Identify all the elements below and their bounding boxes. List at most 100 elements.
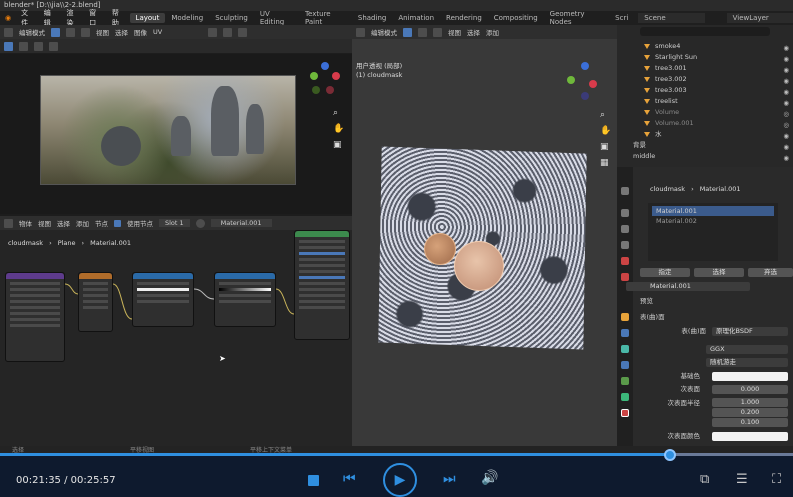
section-surface[interactable]: 表(曲)面: [640, 312, 665, 322]
material-slot-item[interactable]: Material.002: [652, 216, 774, 226]
material-slot-list[interactable]: Material.001 Material.002: [648, 203, 778, 261]
blender-logo-icon[interactable]: ◉: [0, 14, 16, 22]
hand-icon[interactable]: ✋: [600, 126, 611, 136]
outliner-item[interactable]: Volume.001 ◎: [617, 118, 793, 129]
select-mode-icon[interactable]: [81, 27, 90, 37]
zoom-icon[interactable]: ⌕: [333, 108, 338, 118]
subsurface-field[interactable]: 0.000: [712, 385, 788, 394]
gizmo-neg-z-icon[interactable]: [581, 92, 589, 100]
outliner-item[interactable]: 背景 ◉: [617, 140, 793, 151]
view-layer-selector[interactable]: ViewLayer: [726, 13, 793, 23]
outliner-item[interactable]: smoke4 ◉: [617, 41, 793, 52]
scene-selector[interactable]: Scene: [638, 13, 705, 23]
outliner-item[interactable]: 水 ◉: [617, 129, 793, 140]
outliner-item[interactable]: middle ◉: [617, 151, 793, 162]
gizmo-z-icon[interactable]: [321, 62, 329, 70]
outliner-item[interactable]: tree3.003 ◉: [617, 85, 793, 96]
gizmo-z-icon[interactable]: [581, 62, 589, 70]
gizmo-neg-x-icon[interactable]: [326, 86, 334, 94]
tool-select-icon[interactable]: [4, 41, 13, 51]
camera-icon[interactable]: ▣: [600, 142, 609, 152]
eye-icon[interactable]: ◉: [783, 153, 789, 164]
gizmo-y-icon[interactable]: [310, 72, 318, 80]
outliner-item[interactable]: tree3.001 ◉: [617, 63, 793, 74]
gizmo-y-icon[interactable]: [567, 76, 575, 84]
distribution-dropdown[interactable]: GGX: [706, 345, 788, 354]
object-tab-icon[interactable]: [621, 313, 629, 321]
vertex-select-icon[interactable]: [403, 27, 412, 37]
face-select-icon[interactable]: [433, 27, 442, 37]
settings-icon[interactable]: ☰: [736, 472, 748, 487]
tab-scripting[interactable]: Scri: [609, 13, 634, 23]
tool-tab-icon[interactable]: [621, 187, 629, 195]
tab-animation[interactable]: Animation: [392, 13, 440, 23]
subsurface-radius-y[interactable]: 0.200: [712, 408, 788, 417]
section-preview[interactable]: 预览: [640, 296, 653, 306]
hand-icon[interactable]: ✋: [333, 124, 344, 134]
screenshot-icon[interactable]: ⧉: [700, 472, 709, 487]
camera-icon[interactable]: ▣: [333, 140, 342, 150]
surface-shader-field[interactable]: 原理化BSDF: [712, 327, 788, 336]
outliner-item[interactable]: Starlight Sun ◉: [617, 52, 793, 63]
tool-box-icon[interactable]: [19, 41, 28, 51]
particles-tab-icon[interactable]: [621, 345, 629, 353]
zoom-icon[interactable]: ⌕: [600, 110, 605, 120]
world-tab-icon[interactable]: [621, 273, 629, 281]
viewport-menu-add[interactable]: 添加: [486, 27, 499, 37]
image-editor-gizmo[interactable]: [308, 62, 342, 96]
tool-lasso-icon[interactable]: [49, 41, 58, 51]
image-editor-mode[interactable]: 编辑模式: [19, 27, 45, 37]
subsurface-radius-z[interactable]: 0.100: [712, 418, 788, 427]
image-browse-icon[interactable]: [223, 27, 233, 37]
gizmo-neg-y-icon[interactable]: [312, 86, 320, 94]
subsurface-method-dropdown[interactable]: 随机游走: [706, 358, 788, 367]
tool-circle-icon[interactable]: [34, 41, 43, 51]
volume-icon[interactable]: 🔊: [481, 470, 498, 486]
seek-handle[interactable]: [664, 449, 677, 461]
viewport-menu-view[interactable]: 视图: [448, 27, 461, 37]
viewport-menu-select[interactable]: 选择: [467, 27, 480, 37]
editor-type-icon[interactable]: [356, 27, 365, 37]
material-name-field[interactable]: Material.001: [626, 282, 750, 291]
fullscreen-icon[interactable]: ⛶: [772, 472, 781, 487]
subsurface-radius-x[interactable]: 1.000: [712, 398, 788, 407]
image-editor-menu-view[interactable]: 视图: [96, 27, 109, 37]
edge-select-icon[interactable]: [418, 27, 427, 37]
image-editor-menu-uv[interactable]: UV: [153, 28, 162, 36]
tab-shading[interactable]: Shading: [352, 13, 392, 23]
assign-button[interactable]: 指定: [640, 268, 690, 277]
viewport-gizmo[interactable]: [567, 62, 601, 102]
next-icon[interactable]: ⏭: [443, 471, 456, 487]
new-image-icon[interactable]: [238, 27, 248, 37]
small-sphere[interactable]: [424, 233, 456, 265]
play-button[interactable]: ▶: [383, 463, 417, 497]
outliner-item[interactable]: tree3.002 ◉: [617, 74, 793, 85]
tab-layout[interactable]: Layout: [129, 13, 166, 23]
scene-tab-icon[interactable]: [621, 257, 629, 265]
select-mode-icon[interactable]: [66, 27, 75, 37]
material-tab-icon[interactable]: [621, 409, 629, 417]
stop-icon[interactable]: [308, 475, 319, 486]
base-color-swatch[interactable]: [712, 372, 788, 381]
constraints-tab-icon[interactable]: [621, 377, 629, 385]
outliner-search[interactable]: [640, 27, 770, 36]
deselect-button[interactable]: 弃选: [748, 268, 793, 277]
viewport-mode[interactable]: 编辑模式: [371, 27, 397, 37]
tab-sculpting[interactable]: Sculpting: [209, 13, 254, 23]
view-layer-tab-icon[interactable]: [621, 241, 629, 249]
select-mode-icon[interactable]: [51, 27, 60, 37]
select-button[interactable]: 选择: [694, 268, 744, 277]
data-tab-icon[interactable]: [621, 393, 629, 401]
modifier-tab-icon[interactable]: [621, 329, 629, 337]
large-sphere[interactable]: [454, 241, 504, 291]
outliner-item[interactable]: Volume ◎: [617, 107, 793, 118]
outliner-item[interactable]: treelist ◉: [617, 96, 793, 107]
image-editor-menu-select[interactable]: 选择: [115, 27, 128, 37]
image-editor-menu-image[interactable]: 图像: [134, 27, 147, 37]
tab-compositing[interactable]: Compositing: [488, 13, 544, 23]
grid-icon[interactable]: ▦: [600, 158, 609, 168]
render-tab-icon[interactable]: [621, 209, 629, 217]
output-tab-icon[interactable]: [621, 225, 629, 233]
gizmo-x-icon[interactable]: [332, 72, 340, 80]
editor-type-icon[interactable]: [4, 27, 13, 37]
